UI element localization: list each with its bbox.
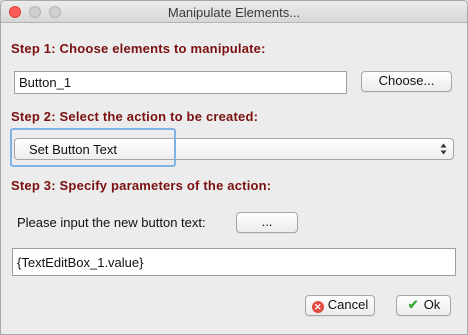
cancel-label: Cancel: [327, 297, 369, 312]
x-circle-icon: ✕: [311, 301, 324, 313]
step2-label: Step 2: Select the action to be created:: [11, 109, 259, 124]
cancel-button[interactable]: ✕ Cancel: [305, 295, 375, 316]
button-text-prompt: Please input the new button text:: [17, 215, 206, 230]
step1-label: Step 1: Choose elements to manipulate:: [11, 41, 266, 56]
title-bar: Manipulate Elements...: [1, 1, 467, 23]
ok-label: Ok: [423, 297, 441, 312]
element-name-value: Button_1: [19, 75, 72, 90]
manipulate-elements-dialog: Manipulate Elements... Step 1: Choose el…: [0, 0, 468, 335]
select-arrows-icon: [440, 143, 447, 155]
checkmark-icon: ✔: [407, 297, 419, 312]
element-name-field[interactable]: Button_1: [14, 71, 347, 94]
ellipsis-button[interactable]: ...: [236, 212, 298, 233]
choose-button[interactable]: Choose...: [361, 71, 452, 92]
button-text-input[interactable]: {TextEditBox_1.value}: [12, 248, 456, 276]
ok-button[interactable]: ✔ Ok: [396, 295, 451, 316]
step3-label: Step 3: Specify parameters of the action…: [11, 178, 272, 193]
window-title: Manipulate Elements...: [167, 5, 301, 20]
focus-ring: [10, 128, 176, 167]
button-text-value: {TextEditBox_1.value}: [17, 255, 144, 270]
